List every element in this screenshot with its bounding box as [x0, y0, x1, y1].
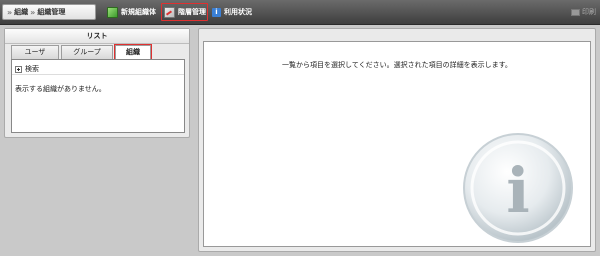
breadcrumb-item-org-admin[interactable]: 組織管理 [37, 7, 65, 17]
info-watermark-icon: i [463, 133, 573, 243]
print-icon [571, 8, 580, 16]
tab-users[interactable]: ユーザ [11, 45, 59, 59]
print-label: 印刷 [582, 8, 596, 16]
new-org-icon [107, 6, 118, 18]
hierarchy-icon [164, 6, 175, 18]
plus-icon [15, 65, 22, 73]
detail-content: 一覧から項目を選択してください。選択された項目の詳細を表示します。 i [203, 41, 591, 247]
breadcrumb-item-org[interactable]: 組織 [14, 7, 28, 17]
divider [12, 74, 184, 75]
empty-list-message: 表示する組織がありません。 [15, 85, 106, 93]
top-toolbar: » 組織 » 組織管理 新規組織体 階層管理 i 利用状況 印刷 [0, 0, 600, 25]
breadcrumb-arrow-icon: » [7, 7, 12, 17]
tab-groups[interactable]: グループ [61, 45, 113, 59]
usage-button[interactable]: i 利用状況 [212, 5, 252, 19]
list-panel-title: リスト [5, 29, 189, 44]
new-org-button[interactable]: 新規組織体 [107, 5, 156, 19]
list-panel: リスト ユーザ グループ 組織 検索 表示する組織がありません。 [4, 28, 190, 138]
hierarchy-button[interactable]: 階層管理 [164, 5, 206, 19]
org-list: 検索 表示する組織がありません。 [11, 59, 185, 133]
hierarchy-label: 階層管理 [178, 8, 206, 16]
breadcrumb-arrow-icon: » [30, 7, 35, 17]
info-glyph: i [506, 154, 530, 227]
info-icon: i [212, 7, 221, 17]
search-label: 検索 [25, 65, 39, 73]
print-button[interactable]: 印刷 [571, 6, 596, 18]
new-org-label: 新規組織体 [121, 8, 156, 16]
detail-panel: 一覧から項目を選択してください。選択された項目の詳細を表示します。 i [198, 28, 596, 252]
usage-label: 利用状況 [224, 8, 252, 16]
breadcrumb: » 組織 » 組織管理 [2, 4, 96, 20]
search-toggle[interactable]: 検索 [15, 64, 39, 74]
detail-placeholder-message: 一覧から項目を選択してください。選択された項目の詳細を表示します。 [282, 61, 512, 69]
tab-organizations[interactable]: 組織 [114, 44, 152, 60]
list-tabs: ユーザ グループ 組織 [11, 44, 152, 60]
